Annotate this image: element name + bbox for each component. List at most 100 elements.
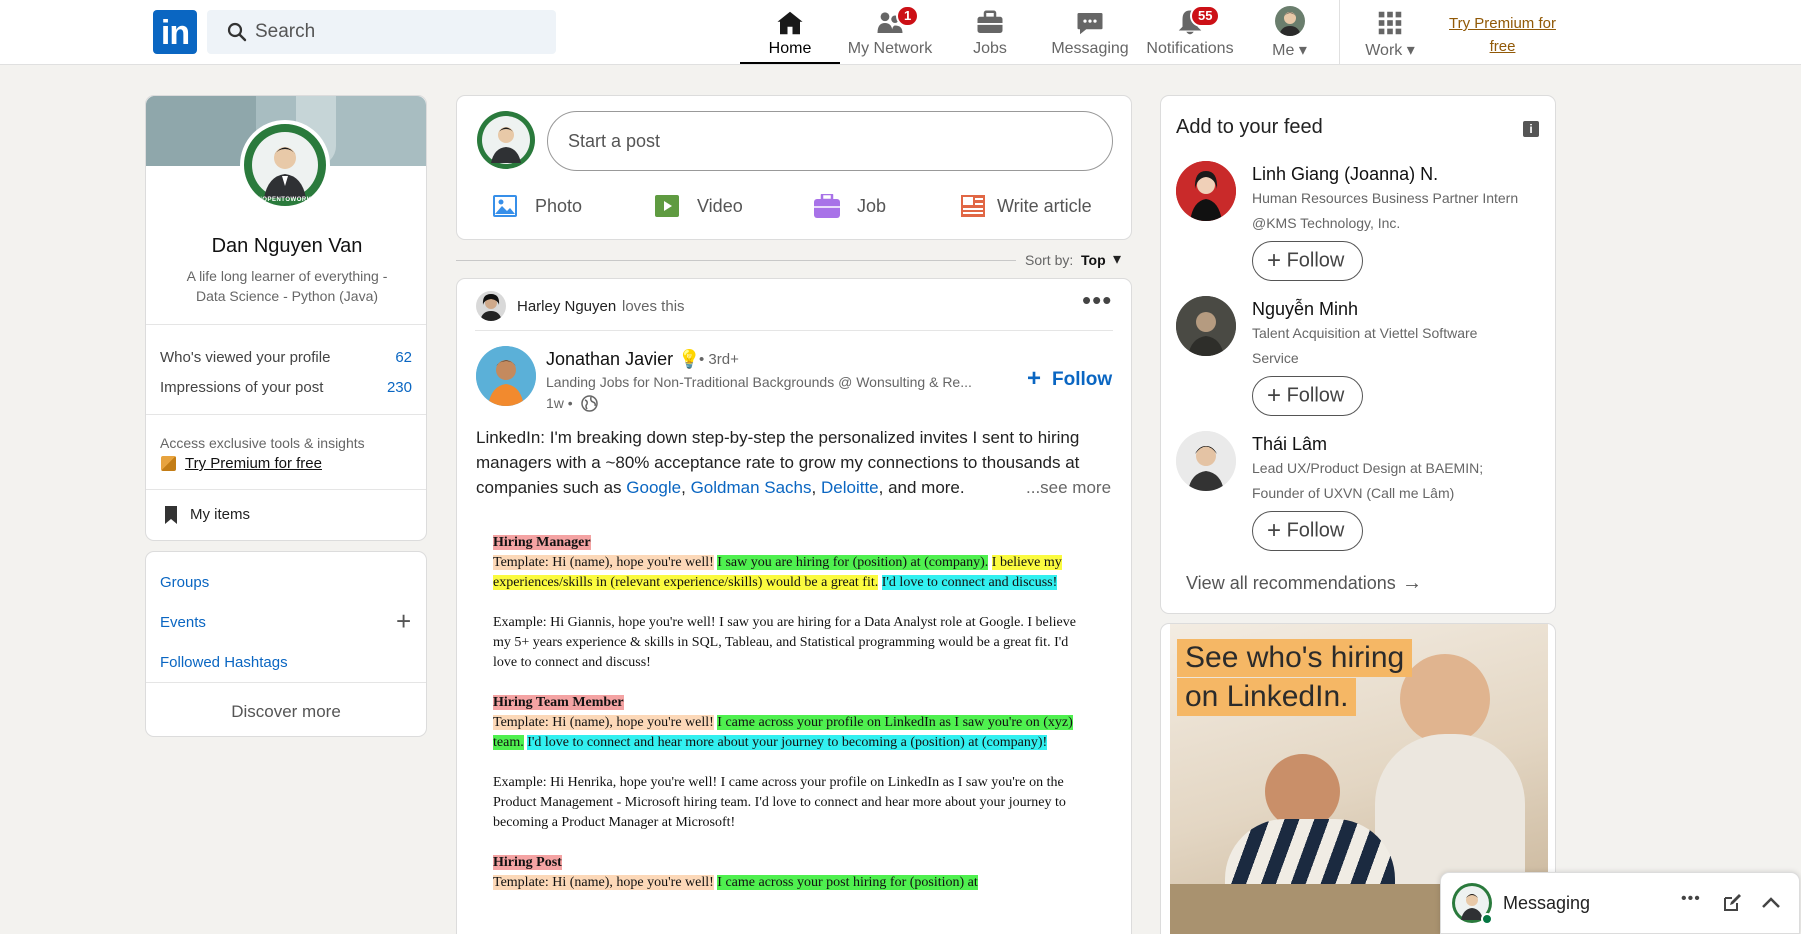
search-box[interactable] <box>207 10 556 54</box>
nav-my-network-label: My Network <box>847 40 933 57</box>
nav-work[interactable]: Work ▾ <box>1340 0 1440 64</box>
activity-user-name[interactable]: Harley Nguyen <box>517 298 616 315</box>
follow-button[interactable]: + Follow <box>1252 511 1364 551</box>
grid-icon <box>1378 11 1402 35</box>
feed-title: Add to your feed <box>1176 116 1323 138</box>
premium-prompt: Access exclusive tools & insights <box>160 435 365 451</box>
hashtag-google-link[interactable]: Google <box>626 478 681 497</box>
stat-value: 62 <box>395 349 412 366</box>
author-name[interactable]: Jonathan Javier 💡 <box>546 349 701 370</box>
lightbulb-icon: 💡 <box>678 349 701 369</box>
nav-my-network[interactable]: 1 My Network <box>840 0 940 64</box>
nav-notifications[interactable]: 55 Notifications <box>1140 0 1240 64</box>
online-status-indicator <box>1481 913 1493 925</box>
stat-label: Impressions of your post <box>160 379 324 396</box>
plus-icon: + <box>1267 247 1282 274</box>
stat-value: 230 <box>386 379 412 396</box>
messaging-overlay[interactable]: Messaging ••• <box>1440 872 1800 934</box>
hashtag-deloitte-link[interactable]: Deloitte <box>821 478 879 497</box>
chevron-up-icon[interactable] <box>1761 895 1781 909</box>
premium-icon <box>161 456 176 471</box>
divider <box>146 489 426 490</box>
add-event-icon[interactable]: + <box>396 606 411 637</box>
divider <box>146 324 426 325</box>
author-headline: Landing Jobs for Non-Traditional Backgro… <box>546 374 972 390</box>
composer-avatar[interactable] <box>477 111 535 169</box>
chat-icon <box>1077 13 1103 35</box>
profile-headline-2: Data Science - Python (Java) <box>195 288 379 304</box>
divider <box>146 414 426 415</box>
image-heading: Hiring Manager <box>493 535 591 550</box>
ad-headline-1: See who's hiring <box>1177 639 1413 677</box>
follow-button[interactable]: + Follow <box>1252 376 1364 416</box>
suggested-name[interactable]: Linh Giang (Joanna) N. <box>1252 164 1438 185</box>
post-text-line-2: managers with a ~80% acceptance rate to … <box>476 453 1080 472</box>
profile-name[interactable]: Dan Nguyen Van <box>146 235 428 258</box>
nav-messaging-label: Messaging <box>1051 40 1129 57</box>
image-heading: Hiring Team Member <box>493 695 624 710</box>
suggested-headline: @KMS Technology, Inc. <box>1252 215 1401 231</box>
start-post-input[interactable]: Start a post <box>547 111 1113 171</box>
plus-icon: + <box>1027 365 1042 392</box>
add-to-feed-card: Add to your feed i Linh Giang (Joanna) N… <box>1160 95 1556 614</box>
suggested-name[interactable]: Nguyễn Minh <box>1252 299 1358 320</box>
home-icon <box>777 11 803 35</box>
see-more-button[interactable]: ...see more <box>1026 475 1111 500</box>
suggested-headline: Lead UX/Product Design at BAEMIN; <box>1252 460 1484 476</box>
try-premium-link[interactable]: Try Premium for free <box>1440 12 1565 58</box>
author-avatar[interactable] <box>476 346 536 406</box>
profile-avatar[interactable]: #OPENTOWORK <box>240 120 330 210</box>
linkedin-logo[interactable]: in <box>153 10 197 54</box>
follow-button[interactable]: + Follow <box>1252 241 1364 281</box>
post-text-line-3: companies such as Google, Goldman Sachs,… <box>476 478 965 497</box>
notifications-badge: 55 <box>1190 5 1221 27</box>
profile-headline-1: A life long learner of everything - <box>186 268 388 284</box>
nav-home[interactable]: Home <box>740 0 840 64</box>
plus-icon: + <box>1267 382 1282 409</box>
profile-card: #OPENTOWORK Dan Nguyen Van A life long l… <box>145 95 427 541</box>
arrow-right-icon: → <box>1402 572 1422 594</box>
nav-home-label: Home <box>768 40 812 57</box>
image-heading: Hiring Post <box>493 855 562 870</box>
nav-me[interactable]: Me ▾ <box>1240 0 1340 64</box>
followed-hashtags-link[interactable]: Followed Hashtags <box>160 654 288 671</box>
my-items-link[interactable]: My items <box>190 506 250 523</box>
suggested-avatar[interactable] <box>1176 431 1236 491</box>
job-icon <box>814 194 840 218</box>
info-icon[interactable]: i <box>1523 121 1539 137</box>
post-image[interactable]: Hiring Manager Template: Hi (name), hope… <box>493 533 1079 913</box>
discover-more-button[interactable]: Discover more <box>146 702 426 722</box>
divider <box>475 330 1113 331</box>
messaging-label: Messaging <box>1503 893 1591 913</box>
suggested-name[interactable]: Thái Lâm <box>1252 434 1327 455</box>
bookmark-icon <box>165 506 177 524</box>
post-text-line-1: LinkedIn: I'm breaking down step-by-step… <box>476 428 1080 447</box>
activity-user-avatar[interactable] <box>476 291 506 321</box>
nav-jobs[interactable]: Jobs <box>940 0 1040 64</box>
suggested-headline: Service <box>1252 350 1299 366</box>
compose-icon[interactable] <box>1722 893 1742 913</box>
connection-degree: • 3rd+ <box>699 351 739 368</box>
nav-messaging[interactable]: Messaging <box>1040 0 1140 64</box>
chevron-down-icon: ▾ <box>1406 42 1415 59</box>
avatar <box>1275 6 1305 36</box>
try-premium-free-link[interactable]: Try Premium for free <box>185 455 322 472</box>
ad-headline-2: on LinkedIn. <box>1177 678 1357 716</box>
top-navigation-bar: in Home 1 My Network Jobs Messaging 55 N… <box>0 0 1801 65</box>
activity-action: loves this <box>622 298 685 315</box>
video-icon <box>655 195 679 217</box>
suggested-headline: Human Resources Business Partner Intern <box>1252 190 1519 206</box>
more-options-icon[interactable]: ••• <box>1681 890 1701 908</box>
events-link[interactable]: Events <box>160 614 206 631</box>
more-options-icon[interactable]: ••• <box>1082 285 1112 316</box>
divider <box>146 682 426 683</box>
suggested-avatar[interactable] <box>1176 296 1236 356</box>
groups-link[interactable]: Groups <box>160 574 209 591</box>
network-badge: 1 <box>896 5 920 27</box>
suggested-avatar[interactable] <box>1176 161 1236 221</box>
nav-notifications-label: Notifications <box>1146 40 1234 57</box>
photo-icon <box>493 195 517 217</box>
suggested-headline: Founder of UXVN (Call me Lâm) <box>1252 485 1455 501</box>
hashtag-goldman-link[interactable]: Goldman Sachs <box>691 478 812 497</box>
search-input[interactable] <box>255 10 545 54</box>
